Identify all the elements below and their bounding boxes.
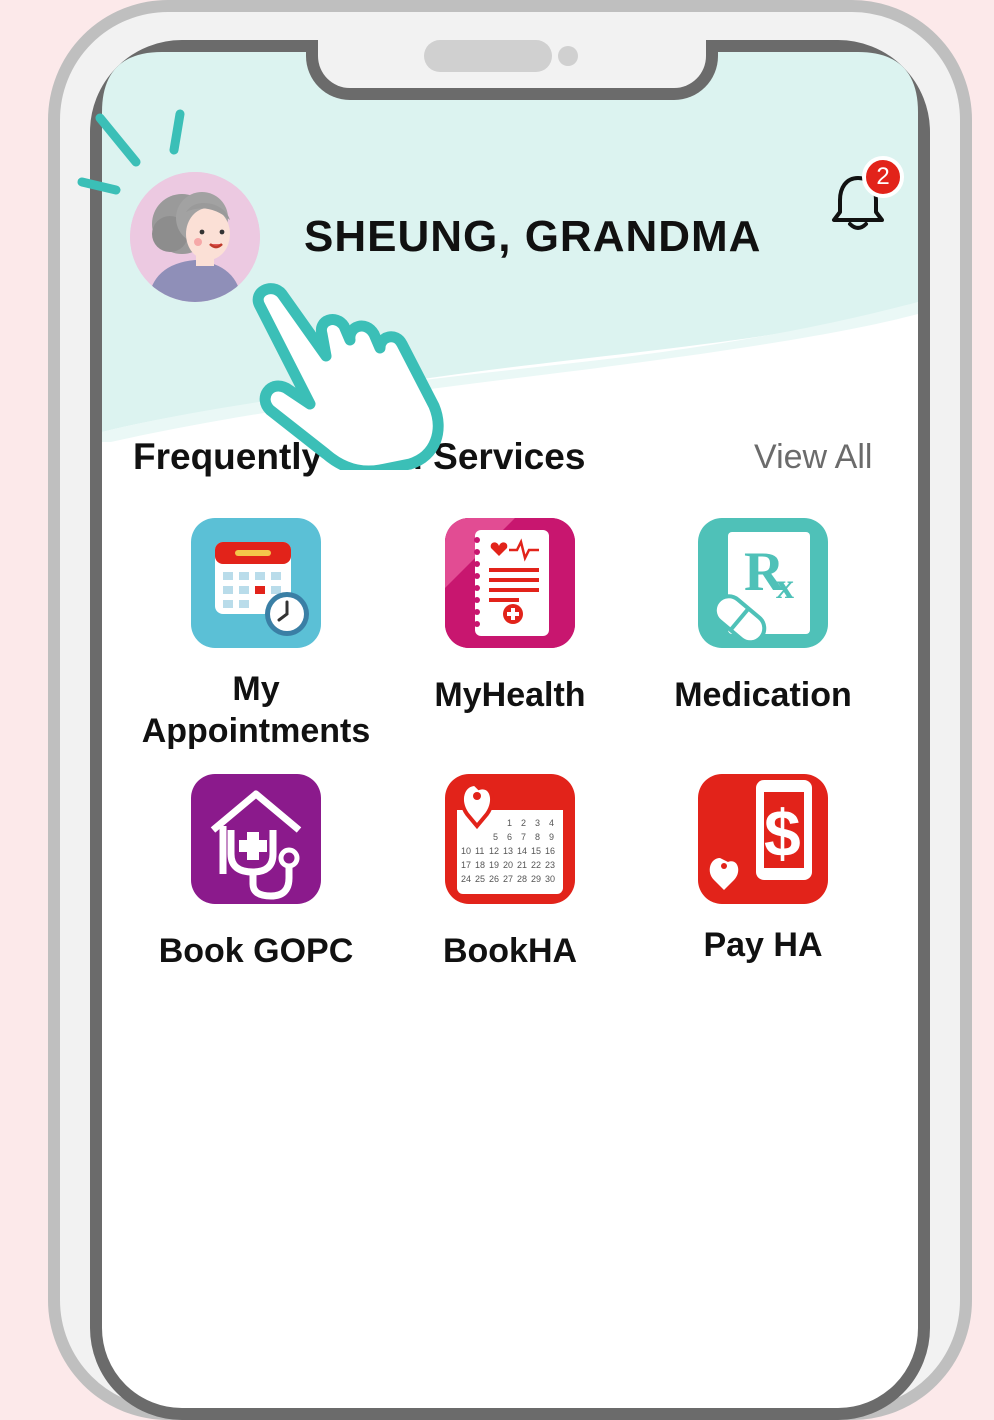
- service-my-appointments[interactable]: My Appointments: [126, 518, 386, 752]
- service-label: My Appointments: [126, 668, 386, 752]
- tap-highlight-icon: [77, 109, 185, 195]
- svg-text:14: 14: [517, 846, 527, 856]
- service-book-gopc[interactable]: Book GOPC: [126, 774, 386, 972]
- svg-text:19: 19: [489, 860, 499, 870]
- svg-text:2: 2: [521, 818, 526, 828]
- notification-badge: 2: [862, 156, 904, 198]
- service-label: Medication: [674, 676, 852, 714]
- svg-text:x: x: [776, 566, 794, 606]
- svg-text:3: 3: [535, 818, 540, 828]
- svg-text:5: 5: [493, 832, 498, 842]
- svg-text:7: 7: [521, 832, 526, 842]
- svg-text:25: 25: [475, 874, 485, 884]
- svg-text:18: 18: [475, 860, 485, 870]
- prescription-icon: R x: [698, 518, 828, 648]
- svg-text:20: 20: [503, 860, 513, 870]
- ha-payment-icon: $: [698, 774, 828, 904]
- service-label-line2: Appointments: [141, 712, 371, 750]
- svg-text:8: 8: [535, 832, 540, 842]
- svg-text:17: 17: [461, 860, 471, 870]
- service-label: Pay HA: [703, 926, 823, 964]
- phone-camera: [558, 46, 578, 66]
- svg-text:26: 26: [489, 874, 499, 884]
- service-label: BookHA: [442, 932, 578, 970]
- svg-text:15: 15: [531, 846, 541, 856]
- svg-text:27: 27: [503, 874, 513, 884]
- svg-text:10: 10: [461, 846, 471, 856]
- calendar-clock-icon: [191, 518, 321, 648]
- service-label-line1: My: [232, 670, 280, 708]
- svg-text:13: 13: [503, 846, 513, 856]
- health-record-icon: [445, 518, 575, 648]
- service-label: MyHealth: [434, 676, 586, 714]
- svg-text:9: 9: [549, 832, 554, 842]
- tap-hand-icon: [252, 283, 444, 470]
- ha-calendar-icon: 1234 56789 10 11 12 13 14 15 16 17 18 19 20 21 22 23…: [445, 774, 575, 904]
- svg-text:16: 16: [545, 846, 555, 856]
- svg-text:6: 6: [507, 832, 512, 842]
- service-medication[interactable]: R x Medication: [633, 518, 893, 716]
- phone-speaker: [424, 40, 552, 72]
- svg-text:30: 30: [545, 874, 555, 884]
- service-myhealth[interactable]: MyHealth: [380, 518, 640, 716]
- svg-text:29: 29: [531, 874, 541, 884]
- view-all-link[interactable]: View All: [754, 438, 872, 477]
- service-pay-ha[interactable]: $ Pay HA: [633, 774, 893, 966]
- svg-text:23: 23: [545, 860, 555, 870]
- svg-text:1: 1: [507, 818, 512, 828]
- svg-text:$: $: [764, 796, 801, 870]
- house-stethoscope-icon: [191, 774, 321, 904]
- user-name: SHEUNG, GRANDMA: [304, 212, 762, 261]
- svg-text:24: 24: [461, 874, 471, 884]
- service-label: Book GOPC: [158, 932, 354, 970]
- svg-text:4: 4: [549, 818, 554, 828]
- svg-text:12: 12: [489, 846, 499, 856]
- svg-text:21: 21: [517, 860, 527, 870]
- service-bookha[interactable]: 1234 56789 10 11 12 13 14 15 16 17 18 19 20 21 22 23…: [380, 774, 640, 972]
- svg-text:22: 22: [531, 860, 541, 870]
- svg-text:28: 28: [517, 874, 527, 884]
- svg-text:11: 11: [475, 846, 484, 856]
